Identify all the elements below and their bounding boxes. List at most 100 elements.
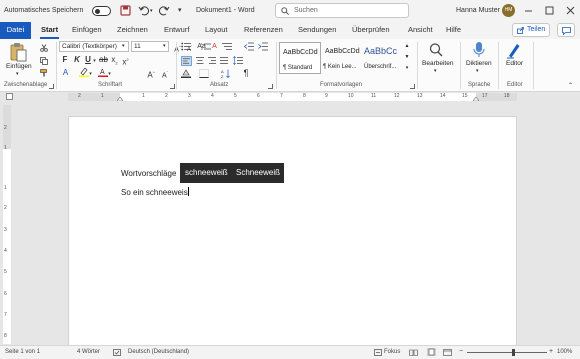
avatar[interactable]: HM xyxy=(502,4,515,17)
style-preview: AaBbCcDd xyxy=(325,48,360,55)
grow-font-icon[interactable]: A^ xyxy=(146,68,156,80)
comments-button[interactable] xyxy=(557,23,575,37)
web-layout-icon[interactable] xyxy=(443,349,452,356)
style-heading-1[interactable]: AaBbCc Überschrif... xyxy=(363,42,403,74)
zoom-in-icon[interactable]: + xyxy=(549,348,553,355)
font-name-select[interactable]: Calibri (Textkörper) ▾ xyxy=(59,41,129,52)
borders-icon[interactable] xyxy=(199,69,209,78)
autosave-toggle[interactable] xyxy=(92,6,111,16)
microphone-icon[interactable] xyxy=(472,41,486,59)
styles-scroll-up-icon[interactable]: ▲ xyxy=(403,43,411,52)
dictate-label[interactable]: Diktieren xyxy=(466,60,492,67)
print-layout-icon[interactable] xyxy=(427,348,436,356)
tab-help[interactable]: Hilfe xyxy=(446,22,461,39)
line-spacing-icon[interactable] xyxy=(233,56,243,65)
undo-dropdown-icon[interactable]: ▾ xyxy=(150,8,155,14)
collapse-ribbon-icon[interactable]: ⌃ xyxy=(568,82,576,90)
tab-file[interactable]: Datei xyxy=(0,22,31,39)
underline-icon[interactable]: U xyxy=(84,55,92,65)
paragraph-launcher-icon[interactable] xyxy=(268,84,273,89)
strikethrough-icon[interactable]: ab xyxy=(99,55,108,65)
clear-formatting-icon[interactable]: A xyxy=(210,42,219,51)
focus-icon[interactable] xyxy=(374,349,382,356)
save-icon[interactable] xyxy=(120,5,131,16)
customize-toolbar-icon[interactable]: ▾ xyxy=(178,6,186,14)
zoom-slider[interactable] xyxy=(467,352,547,353)
align-center-icon[interactable] xyxy=(195,56,205,65)
font-color-dropdown-icon[interactable]: ▾ xyxy=(107,69,112,77)
decrease-indent-icon[interactable] xyxy=(244,42,254,51)
align-left-icon[interactable] xyxy=(181,56,192,66)
highlight-dropdown-icon[interactable]: ▾ xyxy=(88,69,93,77)
align-right-icon[interactable] xyxy=(207,56,217,65)
increase-indent-icon[interactable] xyxy=(258,42,268,51)
multilevel-list-icon[interactable] xyxy=(222,42,232,51)
bold-icon[interactable]: F xyxy=(61,55,69,65)
page-count[interactable]: Seite 1 von 1 xyxy=(5,349,40,355)
document-page[interactable]: Wortvorschläge schneeweiß Schneeweiß So … xyxy=(68,116,517,346)
language[interactable]: Deutsch (Deutschland) xyxy=(128,349,189,355)
show-formatting-icon[interactable]: ¶ xyxy=(241,68,251,78)
tab-draw[interactable]: Zeichnen xyxy=(117,22,148,39)
superscript-icon[interactable]: x2 xyxy=(121,55,130,67)
horizontal-ruler[interactable]: 2 1 1 2 3 4 5 6 7 8 9 10 11 12 13 14 15 … xyxy=(68,93,517,101)
style-no-spacing[interactable]: AaBbCcDd ¶ Kein Lee... xyxy=(322,42,362,74)
format-painter-icon[interactable] xyxy=(40,69,48,77)
close-icon[interactable] xyxy=(566,6,575,15)
font-launcher-icon[interactable] xyxy=(170,84,175,89)
focus-label[interactable]: Fokus xyxy=(384,349,400,355)
bullets-icon[interactable] xyxy=(181,42,191,51)
document-text-line[interactable]: So ein schneeweis xyxy=(121,187,189,198)
search-box[interactable]: Suchen xyxy=(275,3,409,18)
shrink-font-icon[interactable]: Aˇ xyxy=(160,68,170,79)
tab-review[interactable]: Überprüfen xyxy=(352,22,390,39)
suggestion-item[interactable]: Schneeweiß xyxy=(236,168,280,177)
editor-button-label[interactable]: Editor xyxy=(506,60,523,67)
maximize-icon[interactable] xyxy=(545,6,554,15)
shading-icon[interactable] xyxy=(181,69,191,78)
tab-view[interactable]: Ansicht xyxy=(408,22,433,39)
dictate-dropdown-icon[interactable]: ▾ xyxy=(476,68,479,74)
tab-design[interactable]: Entwurf xyxy=(164,22,189,39)
share-button[interactable]: Teilen xyxy=(512,23,550,37)
zoom-level[interactable]: 100% xyxy=(557,349,572,355)
undo-icon[interactable] xyxy=(138,5,149,16)
copy-icon[interactable] xyxy=(40,57,48,65)
clipboard-launcher-icon[interactable] xyxy=(49,84,54,89)
proofing-icon[interactable] xyxy=(113,349,121,356)
redo-icon[interactable] xyxy=(159,5,170,16)
underline-dropdown-icon[interactable]: ▾ xyxy=(92,56,97,64)
style-standard[interactable]: AaBbCcDd ¶ Standard xyxy=(279,42,321,74)
right-indent-marker-icon[interactable] xyxy=(473,97,479,101)
styles-scroll-down-icon[interactable]: ▼ xyxy=(403,54,411,63)
indent-marker-icon[interactable] xyxy=(117,97,123,101)
zoom-slider-thumb[interactable] xyxy=(512,349,515,356)
edit-label[interactable]: Bearbeiten xyxy=(422,60,453,67)
find-icon[interactable] xyxy=(428,42,444,58)
vertical-ruler[interactable]: 2 1 1 2 3 4 5 6 7 8 xyxy=(0,105,14,344)
font-size-select[interactable]: 11 ▾ xyxy=(131,41,169,52)
suggestion-item[interactable]: schneeweiß xyxy=(185,168,228,177)
tab-references[interactable]: Referenzen xyxy=(244,22,283,39)
zoom-out-icon[interactable]: − xyxy=(459,348,463,355)
editor-icon[interactable] xyxy=(506,41,522,59)
text-effects-icon[interactable]: A xyxy=(61,68,70,78)
paste-icon[interactable] xyxy=(9,42,27,62)
word-count[interactable]: 4 Wörter xyxy=(77,349,100,355)
tab-layout[interactable]: Layout xyxy=(205,22,228,39)
justify-icon[interactable] xyxy=(219,56,229,65)
tab-mailings[interactable]: Sendungen xyxy=(298,22,336,39)
cut-icon[interactable] xyxy=(40,44,48,52)
edit-dropdown-icon[interactable]: ▾ xyxy=(434,68,437,74)
paste-dropdown-icon[interactable]: ▾ xyxy=(16,71,19,77)
read-mode-icon[interactable] xyxy=(409,349,418,356)
styles-more-icon[interactable]: ▾ xyxy=(403,65,411,74)
tab-insert[interactable]: Einfügen xyxy=(72,22,102,39)
numbering-icon[interactable]: 12 xyxy=(201,42,211,51)
sort-icon[interactable]: AZ xyxy=(221,69,231,78)
subscript-icon[interactable]: x2 xyxy=(110,55,119,66)
italic-icon[interactable]: K xyxy=(73,55,81,65)
minimize-icon[interactable] xyxy=(524,6,533,15)
tab-selector-icon[interactable] xyxy=(6,93,13,100)
styles-launcher-icon[interactable] xyxy=(410,84,415,89)
